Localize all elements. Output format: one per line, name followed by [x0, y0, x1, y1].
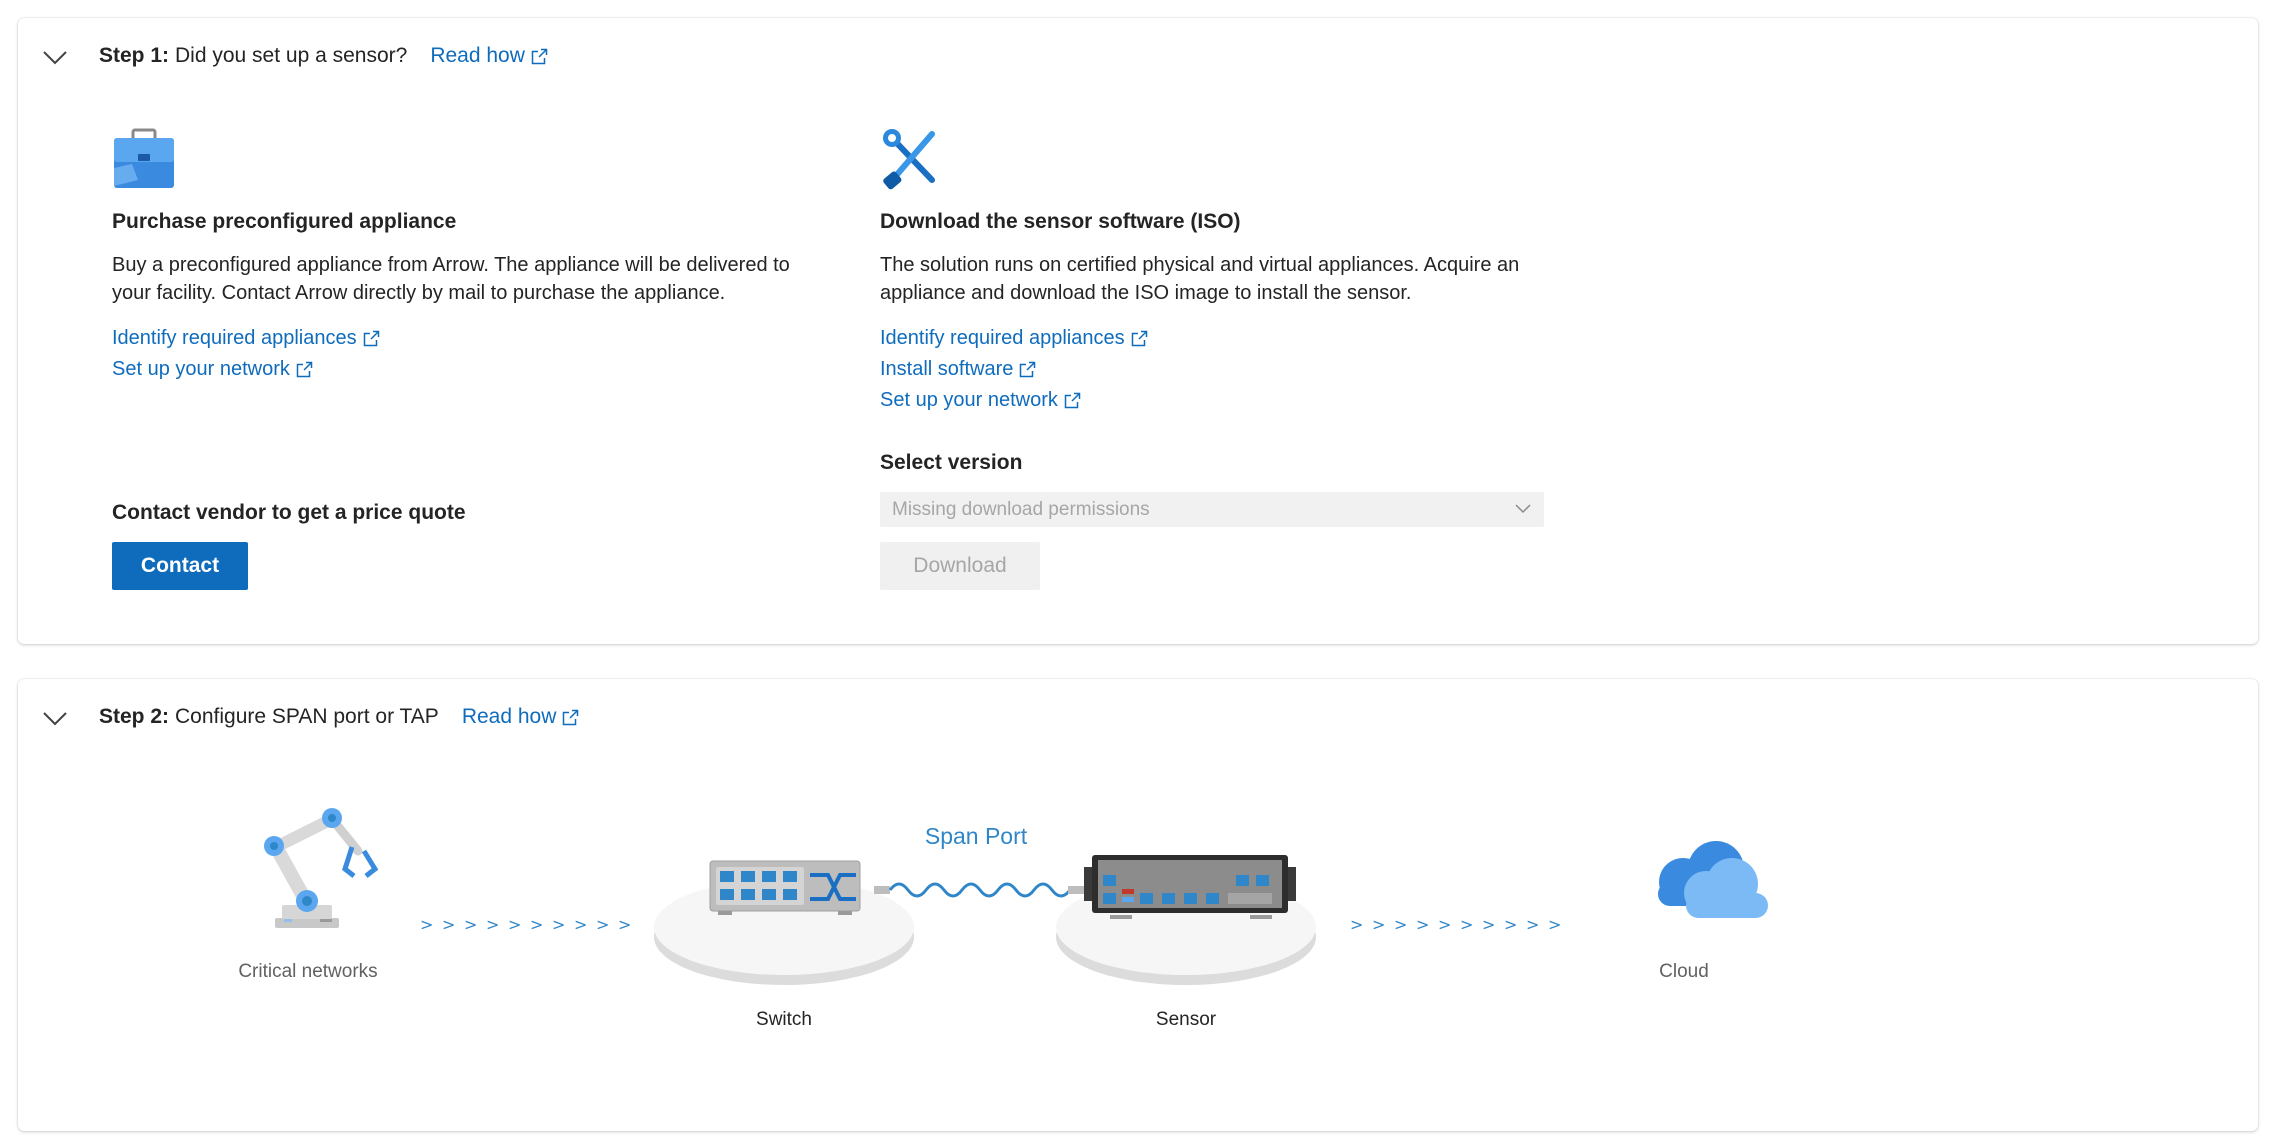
step1-label: Step 1: — [99, 44, 170, 67]
span-cable — [874, 882, 1084, 898]
link-label: Identify required appliances — [880, 327, 1125, 349]
network-diagram: > > > > > > > > > > > > > > > > > > > > — [264, 808, 1768, 985]
svg-text:>: > — [1350, 915, 1363, 934]
svg-text:>: > — [596, 915, 609, 934]
identify-appliances-link[interactable]: Identify required appliances — [880, 323, 1148, 354]
svg-text:>: > — [1548, 915, 1561, 934]
setup-network-link[interactable]: Set up your network — [880, 385, 1081, 416]
svg-text:>: > — [1372, 915, 1385, 934]
step1-title: Did you set up a sensor? — [175, 44, 408, 67]
appliance-heading: Purchase preconfigured appliance — [112, 210, 457, 233]
setup-network-link[interactable]: Set up your network — [112, 354, 313, 385]
software-heading: Download the sensor software (ISO) — [880, 210, 1241, 233]
step1-header: Step 1: Did you set up a sensor? Read ho… — [99, 44, 548, 68]
svg-text:>: > — [486, 915, 499, 934]
svg-text:>: > — [420, 915, 433, 934]
sensor-icon — [1056, 855, 1316, 985]
chevron-down-icon — [1515, 504, 1531, 514]
svg-text:>: > — [1394, 915, 1407, 934]
link-label: Set up your network — [112, 358, 290, 380]
svg-text:>: > — [1460, 915, 1473, 934]
external-link-icon — [363, 330, 380, 347]
software-description: The solution runs on certified physical … — [880, 254, 1520, 304]
flow-arrows: > > > > > > > > > > — [1350, 915, 1561, 934]
step1-read-how-link[interactable]: Read how — [430, 44, 548, 68]
software-links: Identify required appliances Install sof… — [880, 323, 1580, 416]
external-link-icon — [531, 48, 548, 64]
external-link-icon — [1064, 392, 1081, 409]
software-option: Download the sensor software (ISO) The s… — [880, 128, 1580, 416]
svg-text:>: > — [508, 915, 521, 934]
wrench-screwdriver-icon — [883, 129, 935, 190]
appliance-option: Purchase preconfigured appliance Buy a p… — [112, 128, 812, 385]
svg-text:>: > — [1482, 915, 1495, 934]
node-label-critical-networks: Critical networks — [238, 961, 378, 982]
svg-text:>: > — [464, 915, 477, 934]
svg-text:>: > — [618, 915, 631, 934]
read-how-label: Read how — [430, 44, 525, 67]
link-label: Identify required appliances — [112, 327, 357, 349]
link-label: Install software — [880, 358, 1014, 380]
flow-arrows: > > > > > > > > > > — [420, 915, 631, 934]
briefcase-icon — [114, 128, 174, 188]
select-version-label: Select version — [880, 451, 1023, 474]
svg-text:>: > — [552, 915, 565, 934]
chevron-down-icon[interactable] — [40, 46, 70, 68]
node-label-cloud: Cloud — [1659, 961, 1709, 982]
external-link-icon — [296, 361, 313, 378]
select-value: Missing download permissions — [892, 498, 1150, 520]
node-label-switch: Switch — [756, 1009, 812, 1030]
contact-button[interactable]: Contact — [112, 542, 248, 590]
cloud-icon — [1658, 841, 1768, 918]
node-label-sensor: Sensor — [1155, 1009, 1217, 1030]
link-label: Set up your network — [880, 389, 1058, 411]
version-select[interactable]: Missing download permissions — [880, 492, 1544, 527]
switch-icon — [654, 860, 914, 985]
svg-text:>: > — [1416, 915, 1429, 934]
svg-text:>: > — [530, 915, 543, 934]
step2-card: Step 2: Configure SPAN port or TAP Read … — [18, 679, 2258, 1131]
svg-text:>: > — [1526, 915, 1539, 934]
robot-arm-icon — [264, 808, 379, 928]
appliance-description: Buy a preconfigured appliance from Arrow… — [112, 254, 790, 304]
external-link-icon — [1020, 361, 1036, 378]
svg-text:>: > — [574, 915, 587, 934]
step1-card: Step 1: Did you set up a sensor? Read ho… — [18, 18, 2258, 644]
svg-text:>: > — [1438, 915, 1451, 934]
download-button[interactable]: Download — [880, 542, 1040, 590]
appliance-links: Identify required appliances Set up your… — [112, 323, 812, 385]
identify-appliances-link[interactable]: Identify required appliances — [112, 323, 380, 354]
external-link-icon — [1131, 330, 1148, 347]
span-port-label: Span Port — [924, 823, 1028, 849]
svg-text:>: > — [442, 915, 455, 934]
install-software-link[interactable]: Install software — [880, 354, 1036, 385]
svg-text:>: > — [1504, 915, 1517, 934]
vendor-heading: Contact vendor to get a price quote — [112, 501, 466, 524]
